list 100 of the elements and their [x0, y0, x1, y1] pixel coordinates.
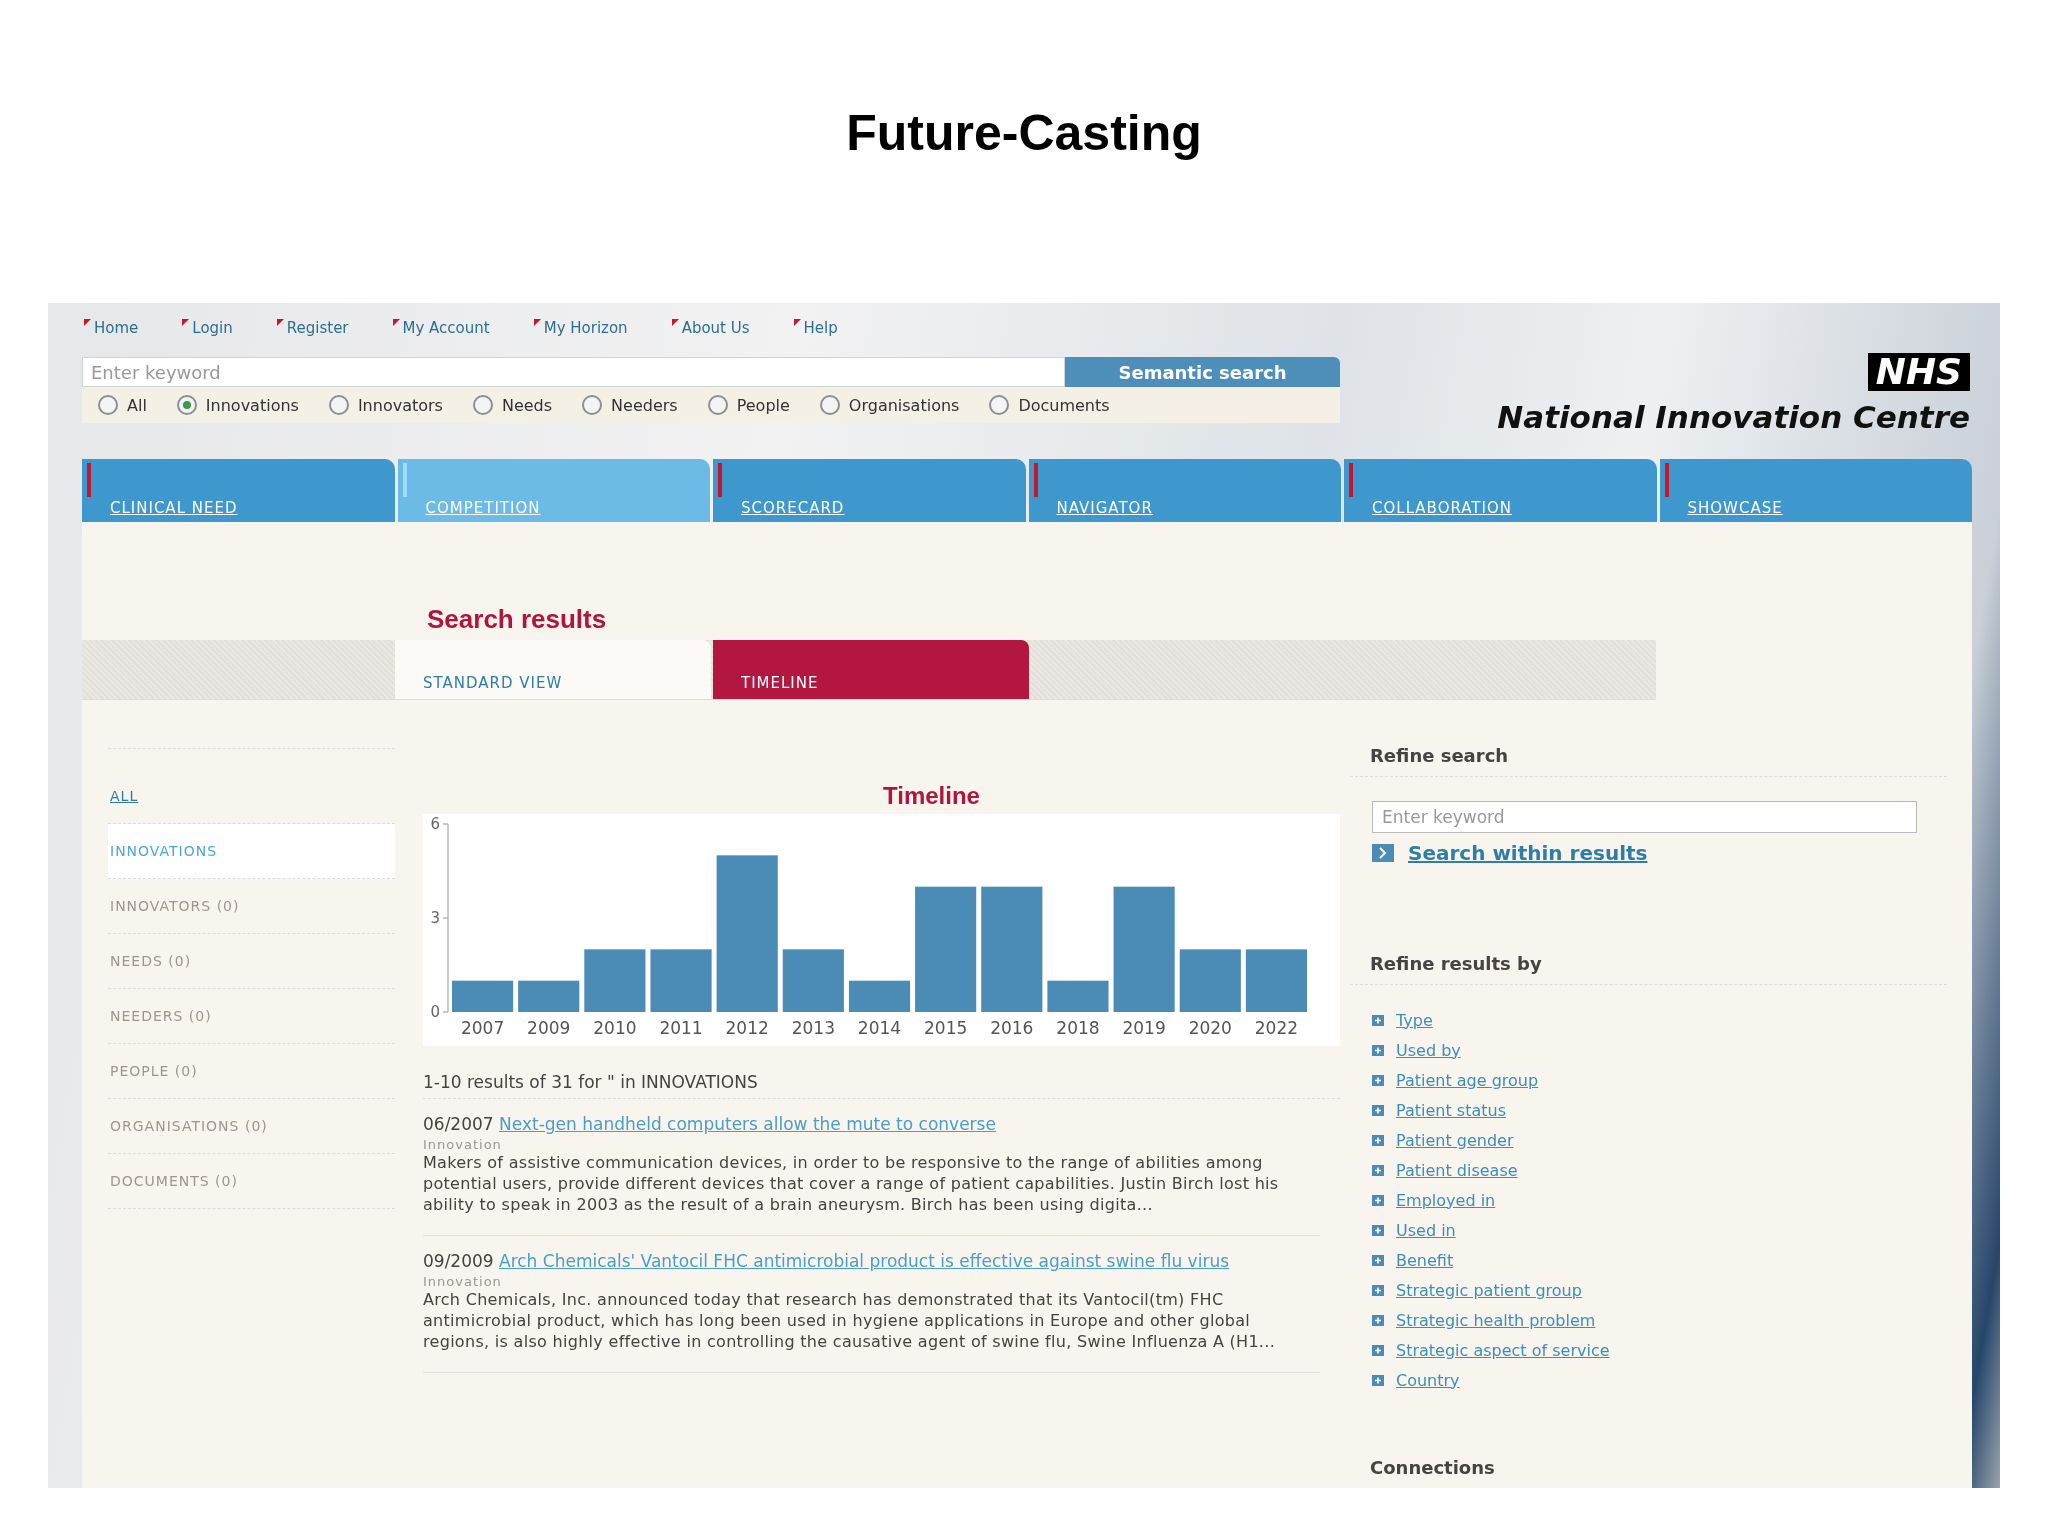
radio-label[interactable]: Needs: [501, 395, 553, 415]
radio-label[interactable]: Needers: [611, 395, 678, 415]
chart-title: Timeline: [882, 782, 981, 810]
axis-label: 2015: [924, 1018, 968, 1038]
filter-link[interactable]: Employed in: [1372, 1185, 1947, 1215]
nav-link[interactable]: Help: [793, 319, 838, 357]
filter-link[interactable]: Country: [1372, 1365, 1947, 1395]
bar: [782, 949, 844, 1012]
triangle-icon: [671, 319, 679, 326]
view-tab[interactable]: TIMELINE: [713, 640, 1029, 699]
bar: [848, 980, 911, 1012]
nav-link[interactable]: My Account: [392, 319, 490, 357]
plus-icon: [1372, 1014, 1384, 1026]
slide-title: Future-Casting: [846, 104, 1202, 162]
main-tab[interactable]: NAVIGATOR: [1028, 459, 1341, 522]
result-link[interactable]: Arch Chemicals' Vantocil FHC antimicrobial product is effective against swine flu virus: [499, 1251, 1230, 1271]
plus-icon: [1372, 1374, 1384, 1386]
result-date: 09/2009: [423, 1251, 494, 1271]
radio-label[interactable]: Innovations: [205, 395, 299, 415]
bar: [1179, 949, 1241, 1012]
result-excerpt: Arch Chemicals, Inc. announced today that research has demonstrated that its Vantocil(tm) FHC antimicrobial product, which has long been used in hygiene applications in Europe and other global regions, is also highly effective in controlling the causative agent of swine flu, Swine Influenza A (H1...: [423, 1289, 1277, 1352]
semantic-search-button[interactable]: Semantic search: [1065, 357, 1340, 387]
axis-label: 2022: [1254, 1018, 1299, 1038]
nav-link[interactable]: Login: [182, 319, 233, 357]
triangle-icon: [533, 319, 541, 326]
axis-label: 2011: [659, 1018, 703, 1038]
filter-link[interactable]: Patient age group: [1372, 1065, 1947, 1095]
radio-label[interactable]: Innovators: [357, 395, 443, 415]
plus-icon: [1372, 1164, 1384, 1176]
filter-link[interactable]: Strategic aspect of service: [1372, 1335, 1947, 1365]
bar: [518, 980, 580, 1012]
axis-label: 2009: [527, 1018, 571, 1038]
plus-icon: [1372, 1104, 1384, 1116]
result-type: Innovation: [423, 1274, 503, 1289]
axis-label: 6: [430, 815, 440, 833]
radio-button[interactable]: [819, 395, 840, 415]
filter-link[interactable]: Used in: [1372, 1215, 1947, 1245]
plus-icon: [1372, 1194, 1384, 1206]
nav-link[interactable]: About Us: [671, 319, 750, 357]
radio-button[interactable]: [176, 395, 197, 415]
radio-label[interactable]: Documents: [1018, 395, 1110, 415]
search-within-link[interactable]: Search within results: [1372, 841, 1947, 865]
triangle-icon: [84, 319, 91, 326]
axis-label: 2007: [460, 1018, 505, 1038]
triangle-icon: [182, 319, 190, 326]
axis-label: 2013: [791, 1018, 835, 1038]
main-tab[interactable]: COLLABORATION: [1344, 459, 1657, 522]
triangle-icon: [793, 319, 801, 326]
radio-label[interactable]: Organisations: [848, 395, 960, 415]
category-link[interactable]: INNOVATIONS: [108, 824, 395, 879]
plus-icon: [1372, 1044, 1384, 1056]
axis-label: 2010: [593, 1018, 637, 1038]
view-tab[interactable]: STANDARD VIEW: [395, 640, 711, 699]
result-excerpt: Makers of assistive communication devices, in order to be responsive to the range of abilities among potential users, provide different devices that cover a range of patient capabilities. Justin Birch lost his ability to speak in 2003 as the result of a brain aneurysm. Birch has been using digita...: [423, 1152, 1280, 1215]
main-tab[interactable]: SCORECARD: [713, 459, 1026, 522]
plus-icon: [1372, 1224, 1384, 1236]
axis-label: 2016: [990, 1018, 1034, 1038]
plus-icon: [1372, 1284, 1384, 1296]
filter-link[interactable]: Strategic patient group: [1372, 1275, 1947, 1305]
radio-label[interactable]: All: [127, 395, 147, 415]
filter-link[interactable]: Patient gender: [1372, 1125, 1947, 1155]
main-tab[interactable]: CLINICAL NEED: [82, 459, 395, 522]
results-summary: 1-10 results of 31 for " in INNOVATIONS: [423, 1072, 1340, 1099]
nav-link[interactable]: Home: [84, 319, 139, 357]
plus-icon: [1372, 1314, 1384, 1326]
chevron-icon: [1372, 844, 1394, 862]
nav-link[interactable]: Register: [276, 319, 349, 357]
radio-label[interactable]: People: [736, 395, 790, 415]
filter-link[interactable]: Type: [1372, 1005, 1947, 1035]
radio-button[interactable]: [328, 395, 349, 415]
plus-icon: [1372, 1074, 1384, 1086]
logo-badge: NHS: [1867, 353, 1970, 391]
main-tab[interactable]: COMPETITION: [397, 459, 710, 522]
nav-link[interactable]: My Horizon: [533, 319, 628, 357]
radio-button[interactable]: [472, 395, 493, 415]
search-field[interactable]: Enter keyword: [82, 357, 1065, 387]
result-link[interactable]: Next-gen handheld computers allow the mute to converse: [499, 1114, 996, 1134]
radio-button[interactable]: [582, 395, 603, 415]
plus-icon: [1372, 1134, 1384, 1146]
plus-icon: [1372, 1254, 1384, 1266]
filter-link[interactable]: Patient disease: [1372, 1155, 1947, 1185]
radio-button[interactable]: [707, 395, 728, 415]
filter-link[interactable]: Benefit: [1372, 1245, 1947, 1275]
radio-button[interactable]: [98, 395, 118, 415]
filter-link[interactable]: Used by: [1372, 1035, 1947, 1065]
radio-button[interactable]: [989, 395, 1010, 415]
filter-link[interactable]: Strategic health problem: [1372, 1305, 1947, 1335]
result-type: Innovation: [423, 1137, 503, 1152]
organisation-name: National Innovation Centre: [1497, 399, 1970, 435]
main-tab[interactable]: SHOWCASE: [1659, 459, 1972, 522]
bar: [650, 949, 712, 1012]
axis-label: 3: [430, 909, 440, 927]
bar: [1245, 949, 1307, 1012]
axis-label: 2019: [1122, 1018, 1166, 1038]
filter-link[interactable]: Patient status: [1372, 1095, 1947, 1125]
refine-search-field[interactable]: Enter keyword: [1372, 801, 1917, 833]
triangle-icon: [276, 319, 284, 326]
section-heading: Refine results by: [1350, 943, 1947, 985]
triangle-icon: [392, 319, 400, 326]
axis-label: 2020: [1188, 1018, 1232, 1038]
